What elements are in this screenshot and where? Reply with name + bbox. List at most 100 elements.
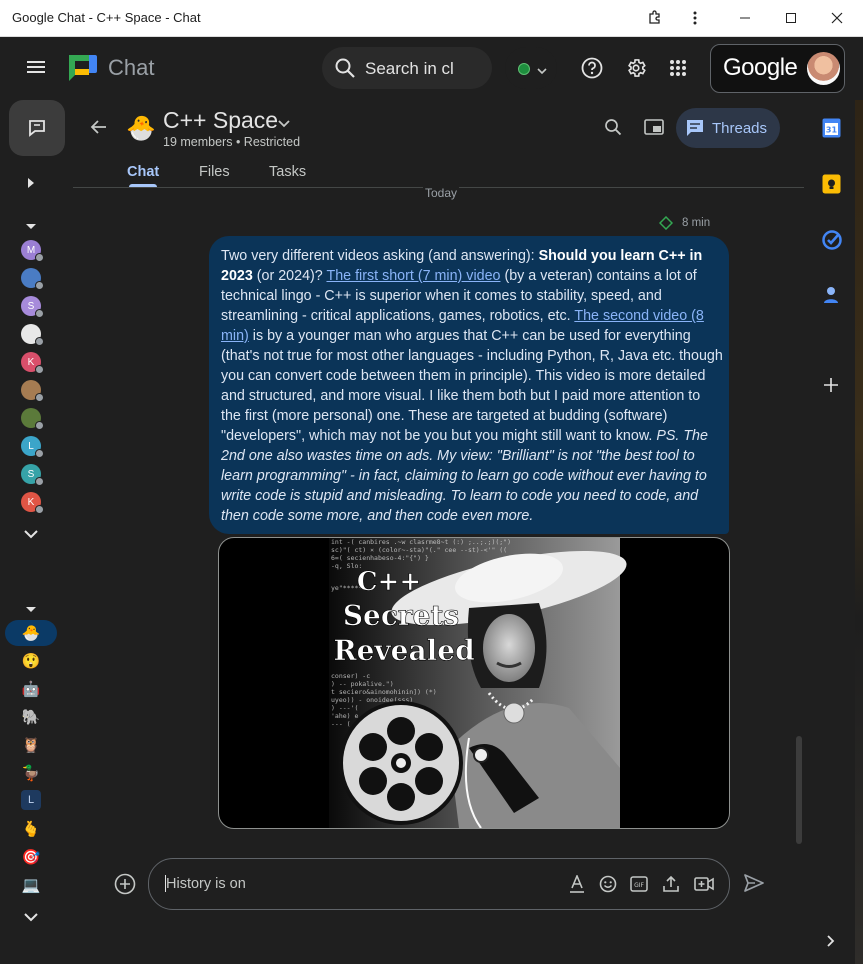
message-text: Two very different videos asking (and an… (221, 246, 723, 526)
presence-dot (35, 309, 44, 318)
contacts-icon[interactable] (823, 286, 839, 309)
show-more-dms-icon[interactable] (24, 526, 38, 544)
text-format-icon[interactable] (569, 873, 585, 898)
help-icon[interactable] (572, 48, 612, 88)
svg-text:31: 31 (826, 126, 838, 135)
space-menu-chevron-icon[interactable] (278, 115, 290, 133)
first-video-link[interactable]: The first short (7 min) video (326, 268, 500, 284)
message-timestamp: 8 min (682, 217, 711, 229)
apps-grid-icon[interactable] (658, 48, 698, 88)
svg-text:6=( secienhabeso-4:"{") }: 6=( secienhabeso-4:"{") } (331, 554, 429, 562)
search-icon (334, 57, 356, 84)
window-menu-icon[interactable] (672, 0, 718, 36)
gif-icon[interactable]: GIF (630, 876, 648, 897)
search-in-space-icon[interactable] (604, 118, 622, 141)
tab-files[interactable]: Files (199, 164, 230, 180)
chat-logo-icon (67, 53, 99, 88)
dm-avatar[interactable]: S (21, 296, 44, 318)
space-item[interactable]: 💻 (20, 874, 42, 896)
dm-avatar[interactable]: L (21, 436, 44, 458)
new-chat-button[interactable] (9, 100, 65, 156)
dm-avatar[interactable] (21, 408, 44, 430)
back-arrow-icon[interactable] (90, 118, 108, 141)
message-input[interactable]: History is on GIF (148, 858, 730, 910)
tab-tasks[interactable]: Tasks (269, 164, 306, 180)
space-item[interactable]: 🦆 (20, 762, 42, 784)
tab-chat[interactable]: Chat (127, 164, 159, 180)
tasks-icon[interactable] (822, 230, 842, 255)
google-account-button[interactable]: Google (710, 44, 845, 93)
spaces-section-toggle-icon[interactable] (25, 601, 37, 619)
video-title-line-2: Secrets (343, 599, 459, 632)
video-title-line-3: Revealed (333, 634, 474, 667)
dm-avatar[interactable] (21, 268, 44, 290)
dm-section-toggle-icon[interactable] (25, 218, 37, 236)
presence-dot (35, 449, 44, 458)
message-after-bold: (or 2024)? (252, 268, 327, 284)
background-window-edge (855, 100, 863, 964)
add-attachment-icon[interactable] (114, 873, 136, 900)
search-placeholder: Search in cl (365, 59, 454, 78)
presence-dot (35, 253, 44, 262)
emoji-icon[interactable] (599, 875, 617, 898)
svg-text:sc)"( ct) × (color~-sta)"(." c: sc)"( ct) × (color~-sta)"(." cee --st)-<… (331, 546, 507, 554)
text-caret (165, 875, 166, 892)
user-avatar (807, 52, 840, 85)
sent-diamond-icon (658, 215, 674, 235)
message-part-3: is by a younger man who argues that C++ … (221, 328, 723, 444)
presence-dot (35, 421, 44, 430)
composer-placeholder: History is on (166, 876, 246, 892)
svg-text:GIF: GIF (634, 882, 644, 889)
threads-label: Threads (712, 120, 768, 137)
settings-gear-icon[interactable] (616, 48, 656, 88)
day-separator: Today (423, 186, 460, 200)
picture-in-picture-icon[interactable] (644, 119, 664, 140)
dm-avatar[interactable]: K (21, 492, 44, 514)
video-title-line-1: C++ (357, 567, 421, 597)
svg-text:t seciero&ainomohinin]) (*): t seciero&ainomohinin]) (*) (331, 688, 437, 696)
main-menu-icon[interactable] (27, 58, 45, 76)
window-title: Google Chat - C++ Space - Chat (12, 10, 201, 25)
presence-dot (35, 393, 44, 402)
space-item[interactable]: 🎯 (20, 846, 42, 868)
collapse-side-panel-icon[interactable] (826, 934, 836, 952)
send-icon[interactable] (743, 873, 765, 898)
space-item[interactable]: 🐘 (20, 706, 42, 728)
threads-button[interactable]: Threads (676, 108, 780, 148)
space-item[interactable]: 😲 (20, 650, 42, 672)
svg-text:) -- pokalive."): ) -- pokalive.") (331, 680, 394, 688)
dm-avatar[interactable] (21, 324, 44, 346)
chevron-down-icon (537, 63, 547, 81)
presence-dot (35, 281, 44, 290)
google-wordmark: Google (723, 54, 798, 81)
search-input[interactable]: Search in cl (322, 47, 492, 89)
space-name[interactable]: C++ Space (163, 107, 278, 134)
space-item[interactable]: L (21, 790, 41, 810)
show-more-spaces-icon[interactable] (24, 909, 38, 927)
dm-avatar[interactable] (21, 380, 44, 402)
dm-avatar[interactable]: K (21, 352, 44, 374)
message-scrollbar[interactable] (796, 736, 802, 844)
space-item[interactable]: 🫰 (20, 818, 42, 840)
presence-dot (35, 505, 44, 514)
add-app-icon[interactable] (824, 378, 838, 397)
expand-rail-icon[interactable] (26, 176, 36, 194)
keep-icon[interactable] (822, 174, 841, 199)
space-item[interactable]: 🦉 (20, 734, 42, 756)
dm-avatar[interactable]: M (21, 240, 44, 262)
video-thumbnail-image: int -( canbires .~w clasrme8~t (:) ;..;.… (329, 538, 627, 828)
space-emoji: 🐣 (126, 115, 156, 142)
minimize-button[interactable] (722, 0, 768, 36)
calendar-icon[interactable]: 31 (822, 118, 841, 143)
upload-file-icon[interactable] (663, 875, 679, 898)
dm-avatar[interactable]: S (21, 464, 44, 486)
status-dropdown[interactable] (505, 47, 557, 89)
space-item[interactable]: 🐣 (20, 622, 42, 644)
close-button[interactable] (814, 0, 860, 36)
maximize-button[interactable] (768, 0, 814, 36)
presence-dot (35, 365, 44, 374)
video-preview-card[interactable]: int -( canbires .~w clasrme8~t (:) ;..;.… (218, 537, 730, 829)
space-item[interactable]: 🤖 (20, 678, 42, 700)
video-meeting-icon[interactable] (694, 876, 714, 897)
svg-text:int -( canbires .~w clasrme8~t: int -( canbires .~w clasrme8~t (:) ;..;.… (331, 538, 511, 546)
